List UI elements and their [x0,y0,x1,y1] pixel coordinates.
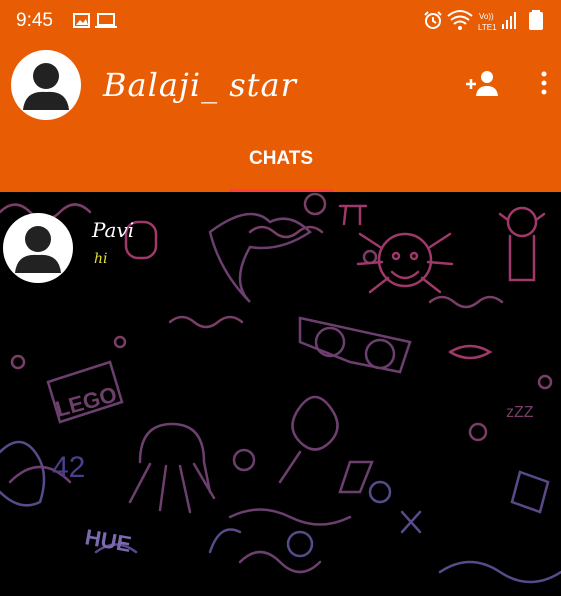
contact-name: Pavi [92,218,135,242]
number-text: 42 [52,451,85,484]
chat-list-item[interactable]: Pavi hi [0,210,561,290]
message-preview: hi [94,251,108,267]
zzz-text: zZZ [506,404,534,421]
contact-avatar [3,213,73,283]
status-icons: Vo)) LTE1 [73,10,543,32]
tab-chats[interactable]: CHATS [229,140,333,192]
battery-icon [529,10,543,30]
gallery-icon [73,13,90,28]
lte-label: LTE1 [478,23,497,32]
flower-icon [291,395,339,451]
octopus-icon [128,422,216,514]
add-contact-icon[interactable] [466,71,498,96]
person-icon [15,226,61,273]
profile-avatar[interactable] [11,50,81,120]
laptop-icon [95,13,117,28]
hue-text: HUE [83,524,133,557]
more-vert-icon[interactable] [541,71,547,95]
status-bar: 9:45 Vo)) LTE1 [0,0,561,44]
person-icon [23,63,69,110]
chat-list: LEGO HUE 42 zZZ Pavi hi [0,192,561,596]
app-bar: Balaji_ star CHATS [0,44,561,192]
lego-text: LEGO [53,382,120,422]
alarm-icon [424,11,442,29]
signal-icon [502,12,516,29]
wifi-icon [447,10,473,30]
volte-label: Vo)) [479,12,494,21]
volte-icon: Vo)) LTE1 [478,12,497,32]
page-title: Balaji_ star [103,66,297,104]
